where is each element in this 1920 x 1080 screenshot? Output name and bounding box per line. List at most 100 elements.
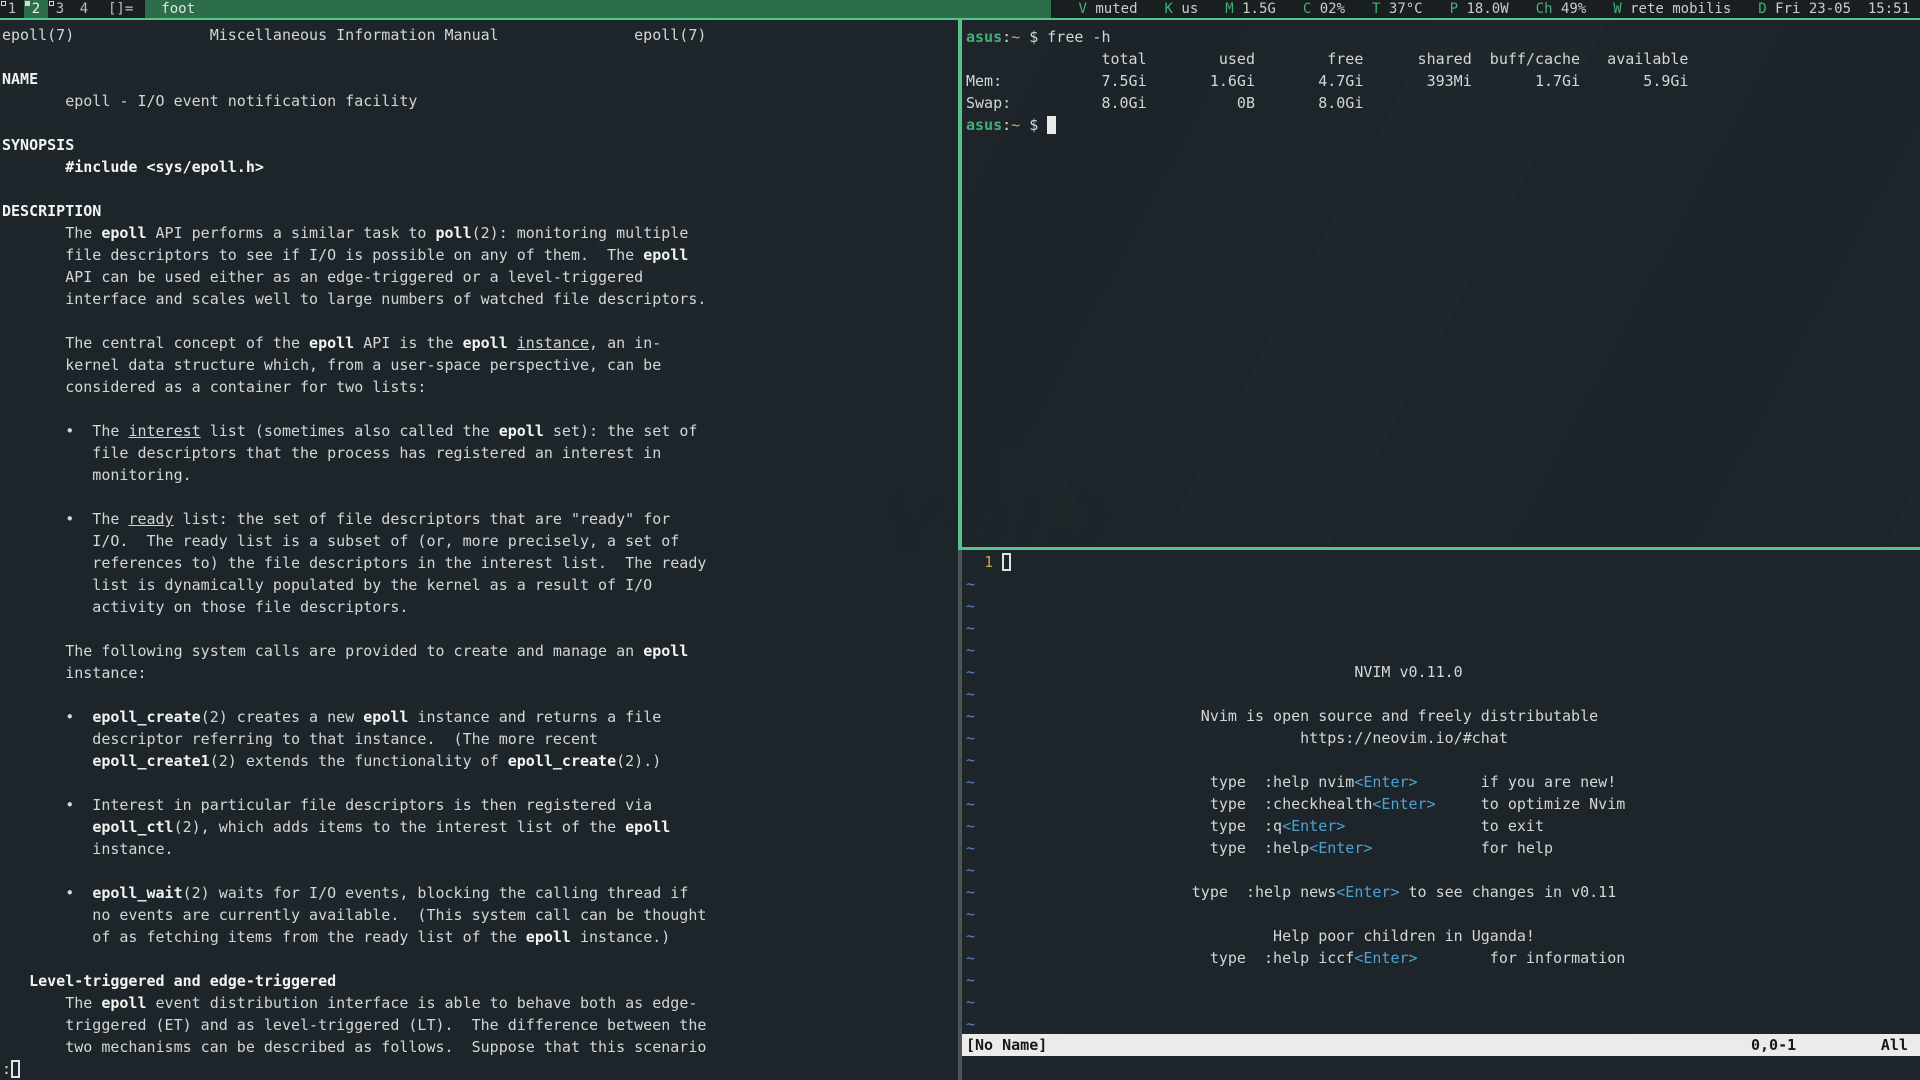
text-line: considered as a container for two lists: (2, 376, 958, 398)
status-bar: V muted K us M 1.5G C 02% T 37°C P 18.0W Ch 49… (1051, 0, 1920, 18)
text-line: file descriptors that the process has re… (2, 442, 958, 464)
nvim-scroll-indicator: All (1881, 1034, 1908, 1056)
text-line: ~ (966, 859, 1920, 881)
text-line: triggered (ET) and as level-triggered (L… (2, 1014, 958, 1036)
text-line (2, 310, 958, 332)
cursor-block (1047, 116, 1056, 134)
text-line: • epoll_wait(2) waits for I/O events, bl… (2, 882, 958, 904)
text-line: ~ (966, 969, 1920, 991)
text-line: epoll - I/O event notification facility (2, 90, 958, 112)
nvim-statusline: [No Name] 0,0-1 All (962, 1034, 1920, 1056)
layout-indicator[interactable]: []= (96, 0, 145, 18)
text-line: asus:~ $ free -h (966, 26, 1920, 48)
text-line: no events are currently available. (This… (2, 904, 958, 926)
text-line (2, 618, 958, 640)
status-segment-volume: V muted (1078, 0, 1137, 18)
text-line: interface and scales well to large numbe… (2, 288, 958, 310)
cursor-hollow (11, 1060, 20, 1078)
text-line: • The interest list (sometimes also call… (2, 420, 958, 442)
status-segment-keyboard: K us (1165, 0, 1199, 18)
text-line: ~ type :help<Enter> for help (966, 837, 1920, 859)
text-line: The epoll API performs a similar task to… (2, 222, 958, 244)
status-segment-power: P 18.0W (1450, 0, 1509, 18)
text-line: ~ type :q<Enter> to exit (966, 815, 1920, 837)
text-line: ~ https://neovim.io/#chat (966, 727, 1920, 749)
text-line: instance. (2, 838, 958, 860)
nvim-cursor-position: 0,0-1 (1751, 1034, 1796, 1056)
text-line: ~ (966, 573, 1920, 595)
text-line: total used free shared buff/cache availa… (966, 48, 1920, 70)
text-line: asus:~ $ (966, 114, 1920, 136)
text-line: ~ (966, 683, 1920, 705)
cursor-hollow (1002, 553, 1011, 571)
text-line: Mem: 7.5Gi 1.6Gi 4.7Gi 393Mi 1.7Gi 5.9Gi (966, 70, 1920, 92)
status-segment-date: D Fri 23-05 15:51 (1758, 0, 1910, 18)
man-page-pane[interactable]: epoll(7) Miscellaneous Information Manua… (0, 20, 958, 1080)
text-line: descriptor referring to that instance. (… (2, 728, 958, 750)
text-line: ~ Help poor children in Uganda! (966, 925, 1920, 947)
window-title: foot (145, 0, 1051, 18)
text-line: ~ (966, 1013, 1920, 1035)
tag-indicator-square (49, 1, 54, 6)
status-segment-charge: Ch 49% (1536, 0, 1587, 18)
text-line: ~ (966, 595, 1920, 617)
nvim-filename: [No Name] (966, 1034, 1047, 1056)
top-bar: 1234 []= foot V muted K us M 1.5G C 02% T 37… (0, 0, 1920, 18)
text-line (2, 178, 958, 200)
workspace-tag-1[interactable]: 1 (0, 0, 24, 18)
text-line: ~ (966, 617, 1920, 639)
workspace-tags: 1234 (0, 0, 96, 18)
text-line: DESCRIPTION (2, 200, 958, 222)
workspace-tag-3[interactable]: 3 (48, 0, 72, 18)
text-line: references to) the file descriptors in t… (2, 552, 958, 574)
text-line: The epoll event distribution interface i… (2, 992, 958, 1014)
text-line: ~ (966, 991, 1920, 1013)
text-line: kernel data structure which, from a user… (2, 354, 958, 376)
text-line: 1 (966, 551, 1920, 573)
text-line (2, 948, 958, 970)
text-line (2, 860, 958, 882)
text-line: • epoll_create(2) creates a new epoll in… (2, 706, 958, 728)
text-line: epoll(7) Miscellaneous Information Manua… (2, 24, 958, 46)
terminal-pane[interactable]: asus:~ $ free -h total used free shared … (962, 20, 1920, 547)
status-segment-wifi: W rete mobilis (1613, 0, 1731, 18)
workspace-tag-4[interactable]: 4 (72, 0, 96, 18)
text-line: SYNOPSIS (2, 134, 958, 156)
nvim-pane[interactable]: 1 ~~~~~ NVIM v0.11.0~~ Nvim is open sour… (962, 550, 1920, 1080)
text-line (2, 46, 958, 68)
status-segment-memory: M 1.5G (1225, 0, 1276, 18)
text-line: epoll_create1(2) extends the functionali… (2, 750, 958, 772)
text-line: ~ (966, 749, 1920, 771)
text-line (2, 772, 958, 794)
desktop: VOID 1234 []= foot V mutedK usM 1.5GC 02… (0, 0, 1920, 1080)
text-line: The central concept of the epoll API is … (2, 332, 958, 354)
text-line: I/O. The ready list is a subset of (or, … (2, 530, 958, 552)
text-line: Level-triggered and edge-triggered (2, 970, 958, 992)
text-line: • The ready list: the set of file descri… (2, 508, 958, 530)
text-line (2, 486, 958, 508)
status-segment-cpu: C 02% (1303, 0, 1345, 18)
status-segment-temperature: T 37°C (1372, 0, 1423, 18)
text-line (2, 398, 958, 420)
text-line: ~ type :help iccf<Enter> for information (966, 947, 1920, 969)
text-line: #include <sys/epoll.h> (2, 156, 958, 178)
text-line: : (2, 1058, 958, 1080)
text-line: instance: (2, 662, 958, 684)
text-line: ~ (966, 903, 1920, 925)
text-line: ~ type :help nvim<Enter> if you are new! (966, 771, 1920, 793)
text-line: NAME (2, 68, 958, 90)
text-line: ~ (966, 639, 1920, 661)
workspace-tag-2[interactable]: 2 (24, 0, 48, 18)
text-line: ~ NVIM v0.11.0 (966, 661, 1920, 683)
text-line: ~ type :help news<Enter> to see changes … (966, 881, 1920, 903)
text-line: Swap: 8.0Gi 0B 8.0Gi (966, 92, 1920, 114)
text-line: activity on those file descriptors. (2, 596, 958, 618)
nvim-command-line[interactable] (962, 1056, 1920, 1080)
text-line: monitoring. (2, 464, 958, 486)
tag-indicator-square (25, 1, 30, 6)
text-line: list is dynamically populated by the ker… (2, 574, 958, 596)
text-line: ~ type :checkhealth<Enter> to optimize N… (966, 793, 1920, 815)
tag-indicator-square (1, 1, 6, 6)
text-line: two mechanisms can be described as follo… (2, 1036, 958, 1058)
nvim-buffer[interactable]: 1 ~~~~~ NVIM v0.11.0~~ Nvim is open sour… (962, 550, 1920, 1034)
